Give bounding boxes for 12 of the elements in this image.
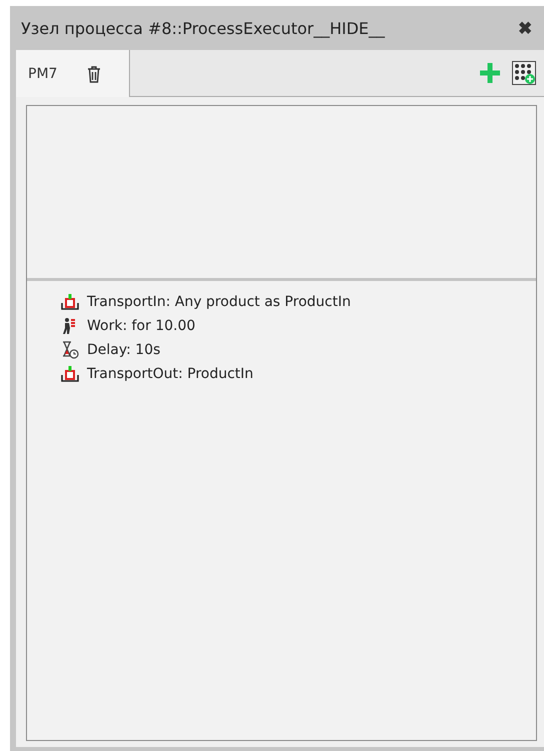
package-tray-icon xyxy=(61,293,79,311)
close-button[interactable]: ✖ xyxy=(518,18,532,38)
package-tray-icon xyxy=(61,365,79,383)
step-label: Delay: 10s xyxy=(87,342,160,358)
grid-add-icon[interactable] xyxy=(512,61,536,85)
window-title: Узел процесса #8::ProcessExecutor__HIDE__ xyxy=(21,18,386,38)
hourglass-clock-icon xyxy=(61,341,79,359)
step-label: Work: for 10.00 xyxy=(87,318,196,334)
tab[interactable]: PM7 xyxy=(16,50,130,97)
step-label: TransportIn: Any product as ProductIn xyxy=(87,294,351,310)
trash-icon[interactable] xyxy=(87,64,102,82)
step-label: TransportOut: ProductIn xyxy=(87,366,254,382)
